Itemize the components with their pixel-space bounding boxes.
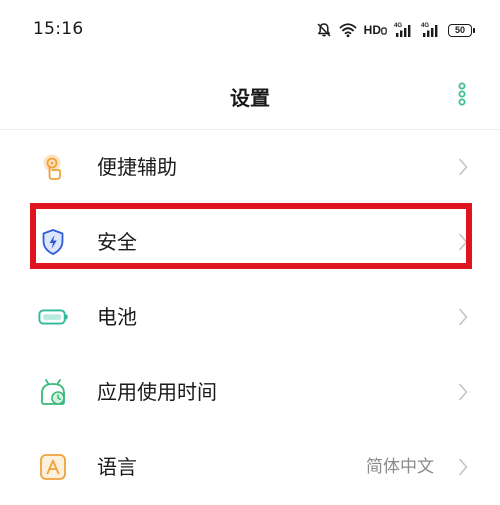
settings-item-label: 便捷辅助 bbox=[97, 155, 177, 179]
chevron-right-icon bbox=[456, 305, 470, 329]
signal-4g-sim1-icon: 4G bbox=[394, 21, 414, 39]
svg-text:4G: 4G bbox=[421, 23, 429, 29]
settings-item-language[interactable]: 语言 简体中文 bbox=[0, 430, 500, 505]
chevron-right-icon bbox=[456, 155, 470, 179]
battery-icon bbox=[38, 302, 68, 332]
hd-label: HD bbox=[363, 23, 381, 37]
status-time: 15:16 bbox=[33, 19, 84, 39]
language-current-value: 简体中文 bbox=[366, 457, 434, 477]
svg-text:4G: 4G bbox=[394, 23, 402, 29]
battery-indicator: 50 bbox=[448, 23, 475, 37]
more-vertical-icon bbox=[458, 82, 466, 106]
wifi-icon bbox=[339, 22, 357, 38]
settings-item-label: 应用使用时间 bbox=[97, 380, 217, 404]
chevron-right-icon bbox=[456, 230, 470, 254]
chevron-right-icon bbox=[456, 455, 470, 479]
settings-item-security[interactable]: 安全 bbox=[0, 205, 500, 280]
status-icons: HD 4G 4G 50 bbox=[316, 18, 475, 42]
mute-bell-icon bbox=[316, 22, 332, 38]
hd-icon: HD bbox=[364, 23, 387, 37]
touch-assist-icon bbox=[38, 152, 68, 182]
settings-item-app-usage-time[interactable]: 应用使用时间 bbox=[0, 355, 500, 430]
signal-4g-sim2-icon: 4G bbox=[421, 21, 441, 39]
settings-item-battery[interactable]: 电池 bbox=[0, 280, 500, 355]
more-options-button[interactable] bbox=[454, 82, 470, 106]
page-title: 设置 bbox=[230, 86, 270, 110]
language-a-icon bbox=[38, 452, 68, 482]
settings-item-label: 语言 bbox=[97, 455, 137, 479]
settings-item-convenience-assist[interactable]: 便捷辅助 bbox=[0, 130, 500, 205]
settings-item-label: 电池 bbox=[97, 305, 137, 329]
chevron-right-icon bbox=[456, 380, 470, 404]
shield-bolt-icon bbox=[38, 227, 68, 257]
settings-list: 便捷辅助 安全 电池 应用使用时间 语言 简体中文 bbox=[0, 130, 500, 505]
title-bar: 设置 bbox=[0, 58, 500, 128]
status-bar: 15:16 HD 4G 4G 50 bbox=[0, 0, 500, 58]
settings-item-label: 安全 bbox=[97, 230, 137, 254]
app-usage-clock-icon bbox=[38, 377, 68, 407]
